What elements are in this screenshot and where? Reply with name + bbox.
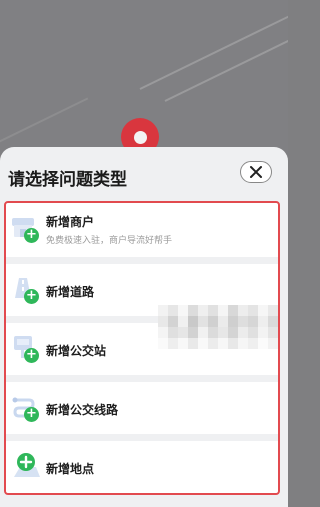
pin-center bbox=[133, 130, 147, 144]
pixelated-watermark bbox=[158, 305, 278, 349]
close-button[interactable] bbox=[240, 161, 272, 183]
map-road bbox=[0, 97, 89, 152]
sheet-title: 请选择问题类型 bbox=[8, 170, 127, 190]
close-icon bbox=[250, 166, 262, 178]
map-view[interactable] bbox=[0, 0, 288, 170]
